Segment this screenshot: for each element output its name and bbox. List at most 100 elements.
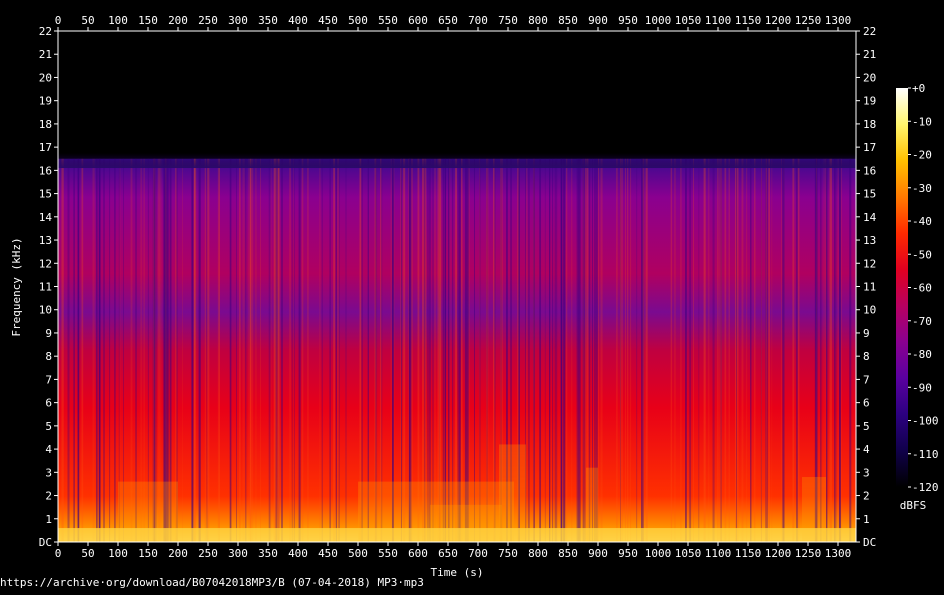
y-tick-label: 20 [863,71,876,84]
x-tick-label: 250 [198,547,218,560]
x-tick-label: 1100 [705,547,732,560]
colorbar-tick-label: -90 [912,381,932,394]
colorbar-tick-label: -70 [912,315,932,328]
y-tick-label: 15 [39,188,52,201]
x-tick-label: 50 [81,547,94,560]
y-tick-label: 22 [39,25,52,38]
x-tick-label: 600 [408,547,428,560]
x-tick-label: 650 [438,14,458,27]
x-tick-label: 1100 [705,14,732,27]
y-tick-label: 18 [863,118,876,131]
y-tick-label: 12 [39,257,52,270]
x-tick-label: 1250 [795,14,822,27]
y-tick-label: 17 [863,141,876,154]
x-tick-label: 0 [55,547,62,560]
y-tick-label: 3 [863,466,870,479]
y-tick-label: 9 [45,327,52,340]
y-tick-label: 7 [45,373,52,386]
x-tick-label: 850 [558,14,578,27]
colorbar-tick-label: -20 [912,149,932,162]
x-tick-label: 150 [138,547,158,560]
x-tick-label: 1150 [735,14,762,27]
spectrogram-plot-area [58,31,856,543]
x-tick-label: 600 [408,14,428,27]
y-tick-label: 7 [863,373,870,386]
colorbar-tick-label: -120 [912,481,939,494]
colorbar-tick-label: +0 [912,82,925,95]
colorbar-gradient [896,88,908,487]
x-tick-label: 350 [258,14,278,27]
y-tick-label: 5 [45,420,52,433]
y-tick-label: 3 [45,466,52,479]
y-tick-label: 22 [863,25,876,38]
x-tick-label: 1050 [675,14,702,27]
y-tick-label: 2 [45,490,52,503]
y-tick-label: 10 [863,304,876,317]
x-tick-label: 200 [168,547,188,560]
x-tick-label: 900 [588,14,608,27]
y-tick-label: 6 [863,397,870,410]
y-tick-label: 17 [39,141,52,154]
y-tick-label: 14 [39,211,53,224]
y-tick-label: 9 [863,327,870,340]
colorbar-tick-label: -100 [912,415,939,428]
x-tick-label: 500 [348,547,368,560]
cutoff-edge [58,152,856,169]
low-frequency-band [58,528,856,542]
x-tick-label: 400 [288,14,308,27]
x-tick-label: 500 [348,14,368,27]
x-tick-label: 1300 [825,547,852,560]
x-tick-label: 1000 [645,547,672,560]
x-tick-label: 850 [558,547,578,560]
colorbar-tick-label: -10 [912,115,932,128]
y-tick-label: 10 [39,304,52,317]
y-tick-label: 12 [863,257,876,270]
x-tick-label: 650 [438,547,458,560]
x-tick-label: 350 [258,547,278,560]
x-tick-label: 1250 [795,547,822,560]
x-tick-label: 100 [108,14,128,27]
x-tick-label: 800 [528,547,548,560]
colorbar: +0 -10 -20 -30 -40 -50 -60 -70 -80 -90 -100 -110 -12… [896,82,939,494]
x-tick-label: 950 [618,14,638,27]
x-tick-label: 450 [318,547,338,560]
x-tick-label: 1300 [825,14,852,27]
y-tick-label: 4 [863,443,870,456]
y-tick-label: DC [863,536,876,549]
x-tick-label: 750 [498,14,518,27]
x-tick-label: 300 [228,547,248,560]
y-tick-label: 16 [863,164,876,177]
x-tick-label: 250 [198,14,218,27]
y-tick-label: 11 [863,281,876,294]
y-tick-label: 15 [863,188,876,201]
x-tick-label: 150 [138,14,158,27]
y-tick-label: 8 [863,350,870,363]
y-tick-label: 13 [39,234,52,247]
spectrogram-figure: 0 0 50 50 100 100 150 150 200 200 250 250 300 300 350 3… [0,0,944,591]
colorbar-tick-label: -50 [912,248,932,261]
x-tick-label: 1200 [765,547,792,560]
spectrogram-chart: 0 0 50 50 100 100 150 150 200 200 250 250 300 300 350 3… [10,14,939,579]
x-tick-label: 200 [168,14,188,27]
source-url-text: https://archive·org/download/B07042018MP… [0,576,424,589]
x-tick-label: 550 [378,14,398,27]
x-tick-label: 400 [288,547,308,560]
y-tick-label: 13 [863,234,876,247]
y-tick-label: 21 [39,48,52,61]
x-tick-label: 900 [588,547,608,560]
x-tick-label: 1150 [735,547,762,560]
colorbar-tick-label: -80 [912,348,932,361]
y-tick-label: 19 [39,95,52,108]
x-tick-label: 750 [498,547,518,560]
x-tick-label: 50 [81,14,94,27]
y-tick-label: 20 [39,71,52,84]
colorbar-tick-label: -30 [912,182,932,195]
x-axis-label: Time (s) [431,566,484,579]
x-tick-label: 1050 [675,547,702,560]
x-tick-label: 950 [618,547,638,560]
y-tick-label: 21 [863,48,876,61]
x-tick-label: 1000 [645,14,672,27]
colorbar-tick-label: -110 [912,448,939,461]
x-tick-label: 700 [468,547,488,560]
y-tick-label: 6 [45,397,52,410]
